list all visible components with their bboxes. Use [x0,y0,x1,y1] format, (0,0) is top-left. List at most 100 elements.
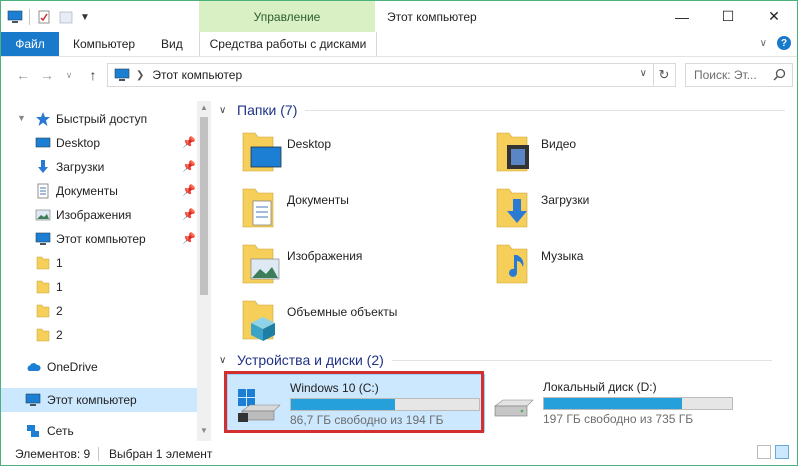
explorer-window: ▼ Управление Этот компьютер — ☐ ✕ Файл К… [0,0,798,466]
pin-icon[interactable]: 📌 [182,184,196,197]
details-view-icon[interactable] [757,445,771,459]
new-folder-icon[interactable] [58,10,74,24]
folder-name: Изображения [287,249,363,263]
pin-icon[interactable]: 📌 [182,136,196,149]
folder-name: Музыка [541,249,584,263]
close-button[interactable]: ✕ [751,1,797,32]
group-title: Папки (7) [237,102,298,118]
computer-icon [25,393,41,406]
folder-pictures[interactable]: Изображения [239,241,479,293]
minimize-button[interactable]: — [659,1,705,32]
title-bar: ▼ Управление Этот компьютер — ☐ ✕ [1,1,797,32]
address-bar[interactable]: ❯ Этот компьютер ∨ [107,63,654,87]
address-dropdown-icon[interactable]: ∨ [640,68,647,79]
nav-item-onedrive[interactable]: OneDrive [1,355,197,379]
folder-name: Видео [541,137,577,151]
nav-item-folder-1b[interactable]: 1 [1,275,197,299]
folder-name: Документы [287,193,349,207]
recent-locations-icon[interactable]: ∨ [59,65,79,85]
properties-icon[interactable] [36,10,52,24]
quick-access-toolbar: ▼ [7,9,90,25]
folder-documents[interactable]: Документы [239,185,479,237]
folder-video[interactable]: Видео [493,129,733,181]
downloads-folder-icon [496,188,528,228]
nav-item-this-pc-pinned[interactable]: Этот компьютер 📌 [1,227,197,251]
scroll-up-icon[interactable]: ▲ [200,103,208,112]
scroll-down-icon[interactable]: ▼ [200,426,208,435]
status-bar: Элементов: 9 Выбран 1 элемент [1,441,797,465]
nav-label: Сеть [47,424,74,438]
tab-computer[interactable]: Компьютер [73,32,135,56]
expand-chevron-icon[interactable]: ▼ [17,113,26,123]
folder-name: Desktop [287,137,332,151]
refresh-button[interactable]: ↻ [653,63,676,87]
group-divider [305,109,786,111]
breadcrumb[interactable]: Этот компьютер [152,68,242,82]
download-arrow-icon [38,160,48,173]
group-divider [391,359,772,361]
collapse-chevron-icon[interactable]: ∨ [219,105,233,116]
computer-icon[interactable] [7,10,23,24]
folder-icon [36,304,50,318]
folder-desktop[interactable]: Desktop [239,129,479,181]
folder-3d-objects[interactable]: Объемные объекты [239,297,479,349]
collapse-chevron-icon[interactable]: ∨ [219,355,233,366]
up-arrow-icon[interactable]: ↑ [83,65,103,85]
nav-item-folder-2b[interactable]: 2 [1,323,197,347]
search-input[interactable]: Поиск: Эт... [685,63,793,87]
scrollbar-thumb[interactable] [200,117,208,295]
large-icons-view-icon[interactable] [775,445,789,459]
nav-item-folder-1[interactable]: 1 [1,251,197,275]
forward-arrow-icon[interactable]: → [37,65,57,85]
maximize-button[interactable]: ☐ [705,1,751,32]
pin-icon[interactable]: 📌 [182,208,196,221]
window-controls: — ☐ ✕ [659,1,797,32]
nav-label: OneDrive [47,360,98,374]
folder-name: Объемные объекты [287,305,398,319]
help-icon[interactable]: ? [777,36,791,50]
drive-d[interactable]: Локальный диск (D:) 197 ГБ свободно из 7… [481,374,737,430]
group-header-devices[interactable]: ∨ Устройства и диски (2) [219,350,772,370]
cloud-icon [27,363,41,371]
desktop-icon [35,137,51,148]
nav-item-downloads[interactable]: Загрузки 📌 [1,155,197,179]
nav-item-this-pc[interactable]: Этот компьютер [1,388,197,412]
contextual-tab-manage[interactable]: Управление [199,1,375,32]
music-folder-icon [496,244,528,284]
ribbon-tabs: Файл Компьютер Вид Средства работы с дис… [1,32,797,57]
nav-label: Быстрый доступ [56,112,148,126]
nav-label: 2 [56,304,63,318]
tab-file[interactable]: Файл [1,32,59,56]
breadcrumb-separator-icon[interactable]: ❯ [136,70,144,81]
search-placeholder: Поиск: Эт... [694,68,757,82]
nav-item-folder-2[interactable]: 2 [1,299,197,323]
expand-ribbon-icon[interactable]: ∨ [760,38,767,49]
document-icon [37,183,49,199]
nav-label: Изображения [56,208,132,222]
view-switcher [757,445,789,459]
nav-item-desktop[interactable]: Desktop 📌 [1,131,197,155]
toolbar-divider [29,9,30,25]
nav-item-documents[interactable]: Документы 📌 [1,179,197,203]
customize-toolbar-icon[interactable]: ▼ [80,12,90,23]
tab-drive-tools[interactable]: Средства работы с дисками [199,32,377,56]
nav-item-network[interactable]: Сеть [1,419,197,443]
folder-music[interactable]: Музыка [493,241,733,293]
group-header-folders[interactable]: ∨ Папки (7) [219,100,786,120]
pin-icon[interactable]: 📌 [182,232,196,245]
network-icon [27,425,39,437]
nav-item-pictures[interactable]: Изображения 📌 [1,203,197,227]
3d-objects-folder-icon [242,300,275,341]
documents-folder-icon [242,188,274,228]
folder-icon [36,280,50,294]
tab-view[interactable]: Вид [161,32,183,56]
nav-quick-access[interactable]: ▼ Быстрый доступ [1,107,197,131]
item-count: Элементов: 9 [15,447,91,461]
selection-count: Выбран 1 элемент [109,447,213,461]
picture-icon [35,209,51,221]
nav-scrollbar[interactable]: ▲ ▼ [197,101,211,441]
folder-downloads[interactable]: Загрузки [493,185,733,237]
back-arrow-icon[interactable]: ← [13,65,33,85]
pin-icon[interactable]: 📌 [182,160,196,173]
ribbon-right-controls: ∨ ? [760,36,791,50]
